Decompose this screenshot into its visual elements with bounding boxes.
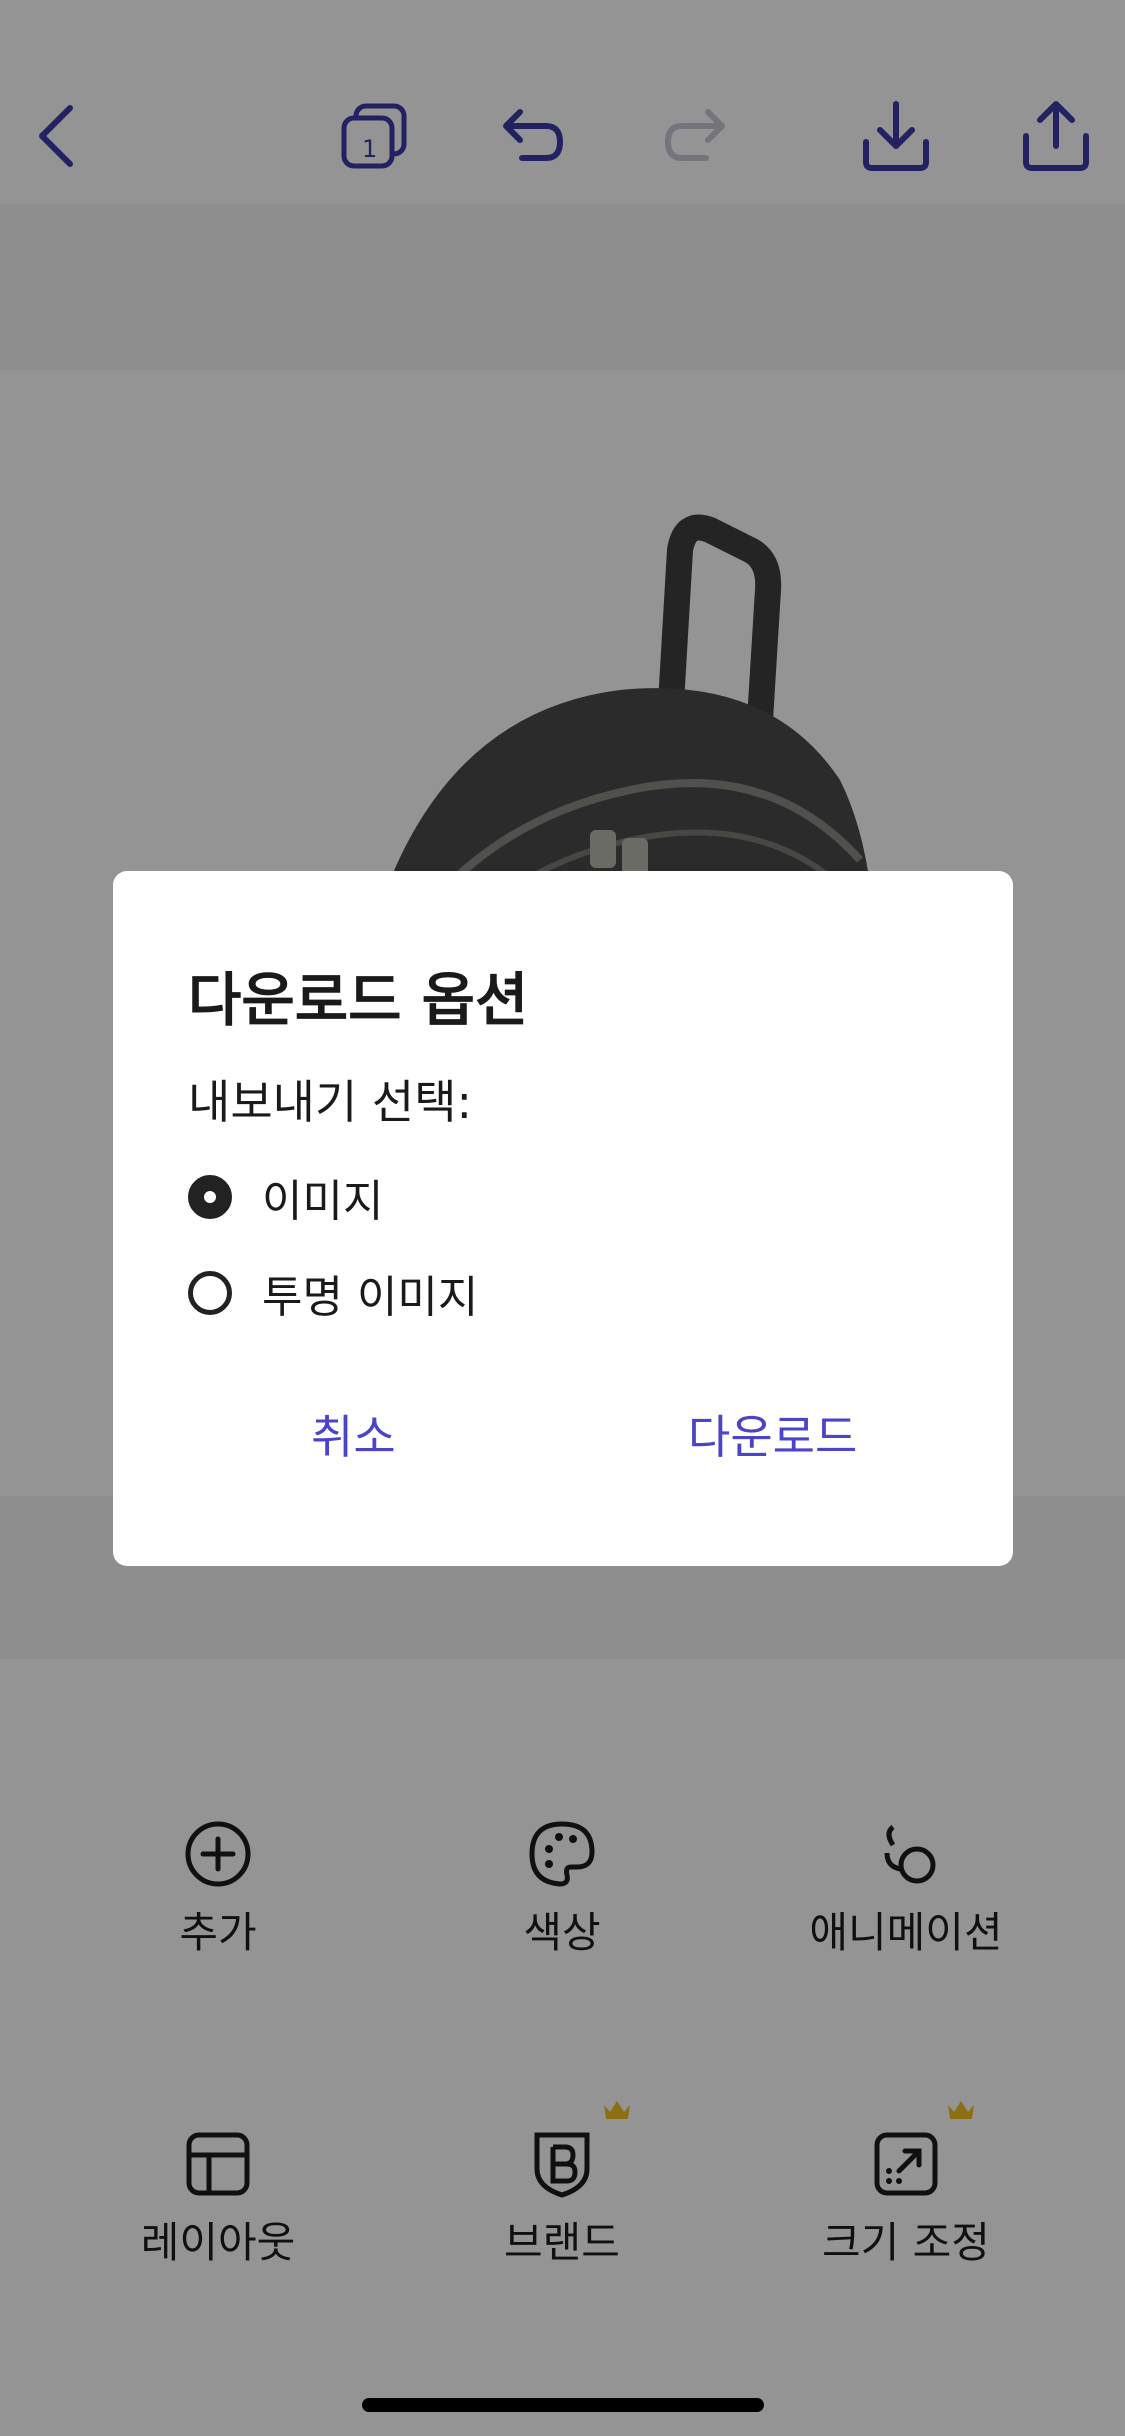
download-options-dialog: 다운로드 옵션 내보내기 선택: 이미지 투명 이미지 취소 다운로드	[113, 871, 1013, 1566]
option-transparent-image[interactable]: 투명 이미지	[188, 1263, 478, 1323]
radio-image[interactable]	[188, 1175, 232, 1219]
home-indicator[interactable]	[362, 2398, 764, 2412]
radio-transparent-image[interactable]	[188, 1271, 232, 1315]
download-button[interactable]: 다운로드	[688, 1401, 857, 1467]
option-image-label: 이미지	[262, 1176, 384, 1227]
dialog-title: 다운로드 옵션	[188, 966, 529, 1034]
option-image[interactable]: 이미지	[188, 1167, 383, 1227]
cancel-button[interactable]: 취소	[311, 1401, 396, 1467]
option-transparent-image-label: 투명 이미지	[262, 1272, 479, 1323]
dialog-subtitle: 내보내기 선택:	[188, 1075, 473, 1129]
